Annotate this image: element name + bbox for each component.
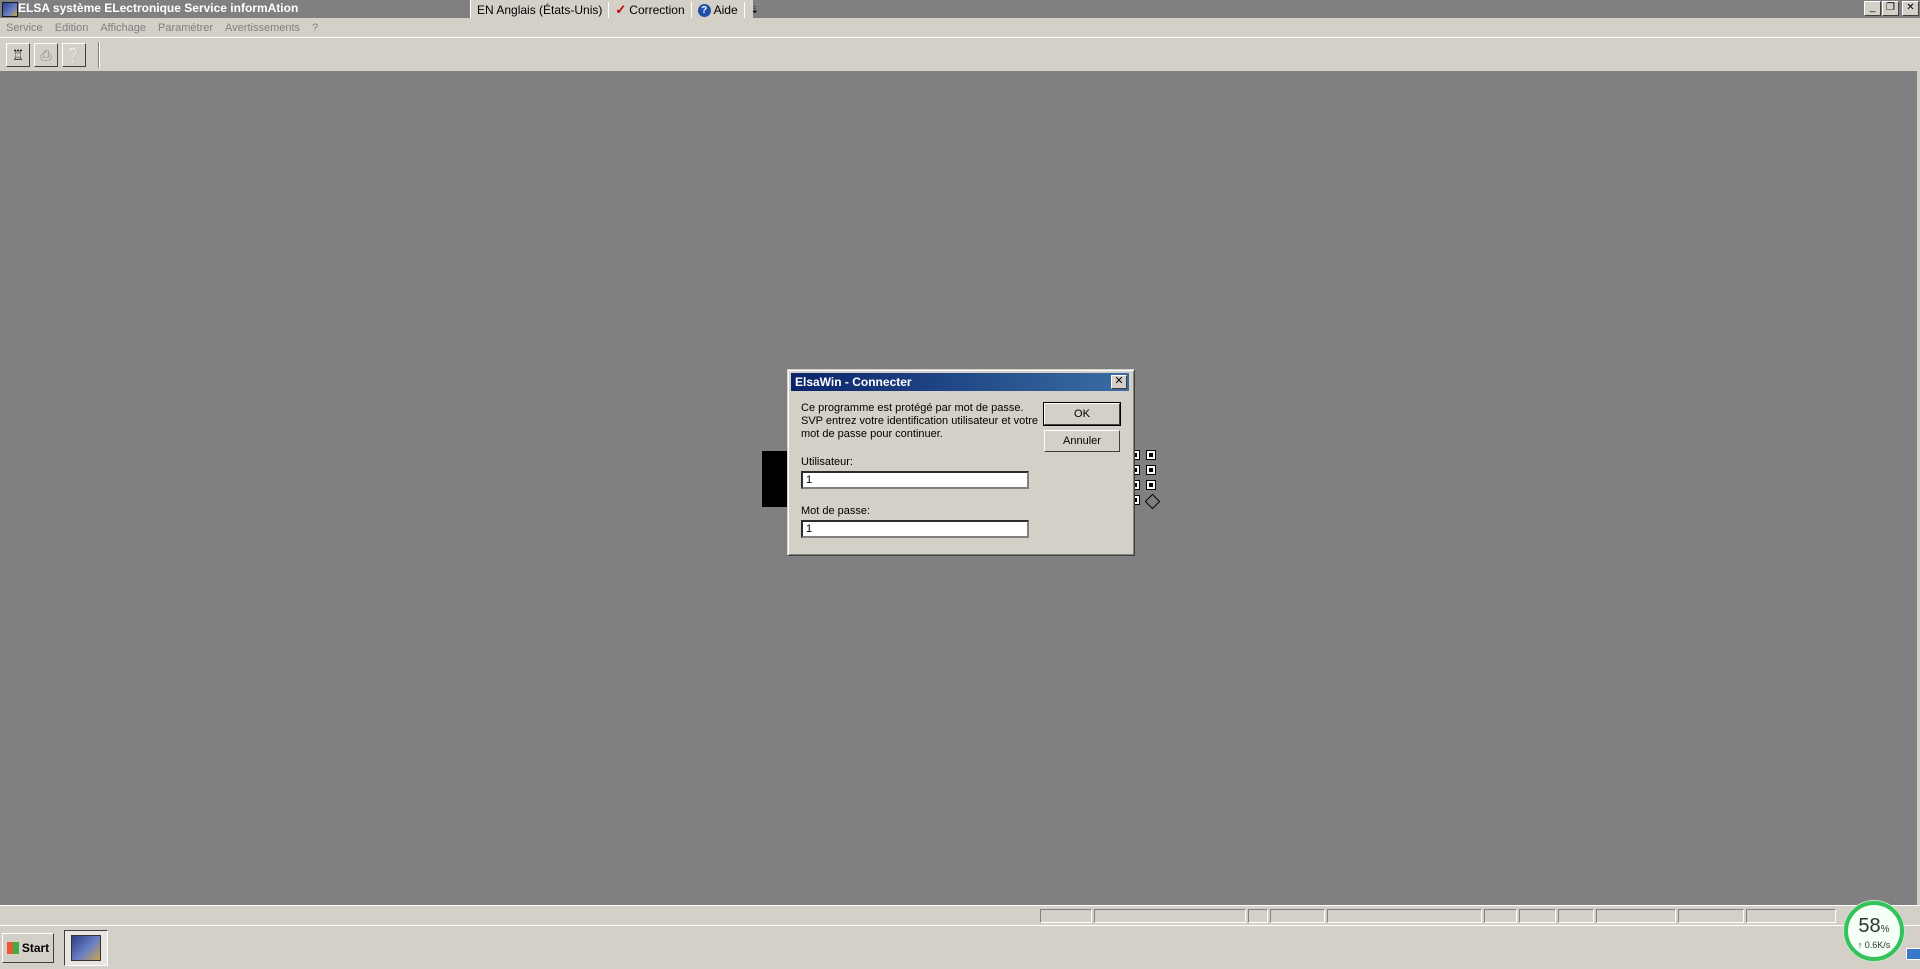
status-bar: [0, 905, 1920, 926]
language-label: EN Anglais (États-Unis): [477, 3, 603, 17]
windows-logo-icon: [6, 942, 19, 954]
network-percent: 58%: [1858, 915, 1890, 937]
dialog-title: ElsaWin - Connecter: [795, 375, 912, 389]
dialog-title-bar: ElsaWin - Connecter ✕: [791, 373, 1129, 391]
status-panel: [1596, 909, 1676, 923]
help-label: Aide: [713, 3, 738, 17]
status-panel: [1519, 909, 1556, 923]
help-button[interactable]: ? Aide: [692, 0, 744, 20]
dialog-message-line: mot de passe pour continuer.: [801, 428, 943, 440]
status-panel: [1746, 909, 1836, 923]
langbar-options-icon[interactable]: ⇣: [745, 0, 765, 20]
ok-button[interactable]: OK: [1043, 402, 1121, 426]
app-icon: [2, 2, 18, 17]
start-button[interactable]: Start: [2, 933, 54, 963]
close-icon[interactable]: ✕: [1902, 1, 1919, 16]
correction-label: Correction: [629, 3, 685, 17]
status-panel: [1327, 909, 1482, 923]
cancel-button[interactable]: Annuler: [1044, 430, 1120, 452]
status-panel: [1678, 909, 1744, 923]
print-button[interactable]: ⎙: [34, 43, 58, 67]
start-label: Start: [21, 941, 50, 955]
password-input[interactable]: [801, 520, 1029, 538]
network-speed: ↑ 0.6K/s: [1857, 940, 1891, 950]
print-icon: ⎙: [40, 46, 52, 63]
exit-icon: ♖: [11, 46, 25, 63]
network-meter[interactable]: 58% ↑ 0.6K/s: [1844, 901, 1904, 961]
minimize-icon[interactable]: _: [1864, 1, 1881, 16]
menu-parametrer[interactable]: Paramétrer: [152, 22, 219, 34]
title-bar: ELSA système ELectronique Service inform…: [0, 0, 1920, 21]
dialog-message: Ce programme est protégé par mot de pass…: [801, 402, 1041, 441]
menu-affichage[interactable]: Affichage: [94, 22, 152, 34]
help-pointer-button[interactable]: ❔: [62, 43, 86, 67]
tray-icon[interactable]: [1906, 948, 1920, 960]
status-panel: [1484, 909, 1517, 923]
status-panel: [1270, 909, 1325, 923]
menu-service[interactable]: Service: [0, 22, 49, 34]
menu-edition[interactable]: Edition: [49, 22, 95, 34]
menu-bar: Service Edition Affichage Paramétrer Ave…: [0, 18, 1920, 38]
dialog-close-icon[interactable]: ✕: [1111, 375, 1127, 389]
dialog-message-line: Ce programme est protégé par mot de pass…: [801, 402, 1024, 414]
taskbar-app-button[interactable]: [64, 930, 108, 966]
dialog-message-line: SVP entrez votre identification utilisat…: [801, 415, 1039, 427]
help-icon: ?: [697, 3, 711, 17]
user-label: Utilisateur:: [801, 456, 853, 468]
restore-icon[interactable]: ❐: [1882, 1, 1899, 16]
status-panel: [1248, 909, 1268, 923]
password-label: Mot de passe:: [801, 505, 871, 517]
user-input[interactable]: [801, 471, 1029, 489]
menu-avertissements[interactable]: Avertissements: [219, 22, 306, 34]
elsawin-app-icon: [71, 935, 101, 961]
menu-help[interactable]: ?: [306, 22, 324, 34]
taskbar: Start: [0, 925, 1920, 969]
help-pointer-icon: ❔: [65, 46, 83, 63]
exit-button[interactable]: ♖: [6, 43, 30, 67]
toolbar-divider: [98, 42, 100, 68]
login-dialog: ElsaWin - Connecter ✕ Ce programme est p…: [787, 369, 1135, 556]
status-panel: [1094, 909, 1246, 923]
correction-icon: ✓: [615, 2, 627, 17]
correction-button[interactable]: ✓ Correction: [609, 0, 690, 20]
status-panel: [1558, 909, 1594, 923]
toolbar: ♖ ⎙ ❔: [0, 38, 1920, 73]
status-panel: [1040, 909, 1092, 923]
language-selector[interactable]: EN Anglais (États-Unis): [471, 0, 608, 20]
window-title: ELSA système ELectronique Service inform…: [18, 1, 299, 15]
